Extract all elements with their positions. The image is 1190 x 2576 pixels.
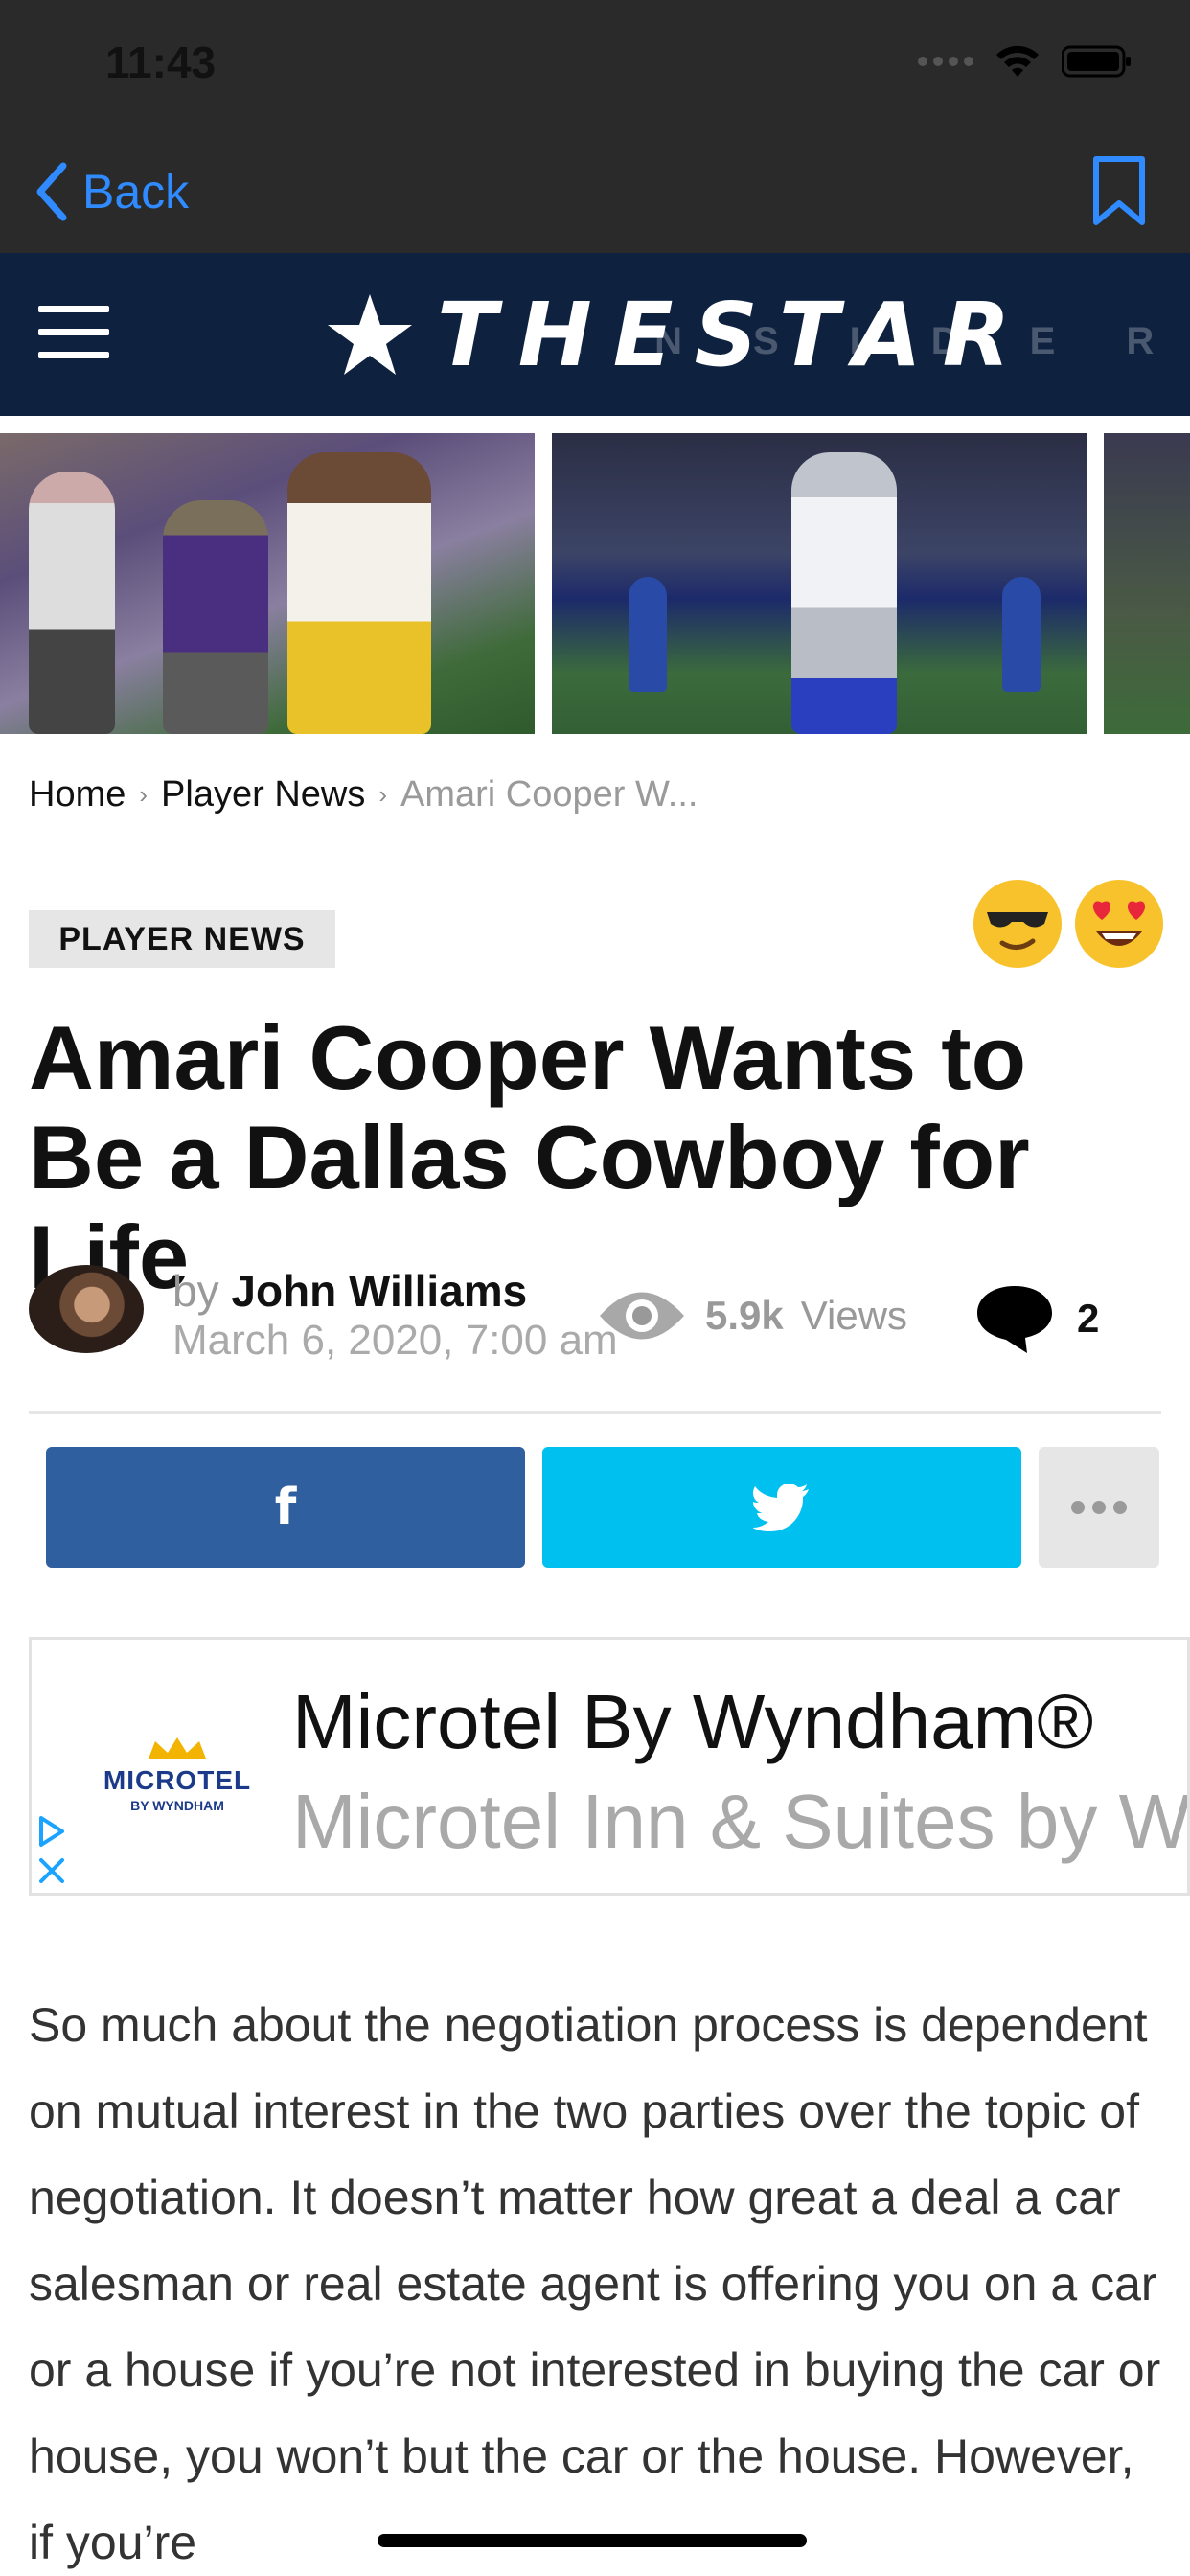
share-twitter-button[interactable] [542, 1447, 1021, 1568]
heart-eyes-emoji-icon[interactable] [1075, 880, 1163, 968]
status-bar: 11:43 [0, 0, 1190, 134]
breadcrumb-home[interactable]: Home [29, 774, 126, 816]
sunglasses-emoji-icon[interactable] [973, 880, 1062, 968]
back-label: Back [82, 165, 190, 218]
back-button[interactable]: Back [34, 157, 189, 226]
breadcrumb-player-news[interactable]: Player News [161, 774, 365, 816]
views-count: 5.9k [705, 1293, 784, 1338]
adchoices-icon[interactable] [34, 1810, 72, 1896]
byline: by John Williams [172, 1265, 527, 1317]
facebook-icon: f [274, 1479, 297, 1536]
author-avatar[interactable] [29, 1265, 144, 1353]
eye-icon [600, 1292, 684, 1340]
views-label: Views [800, 1293, 908, 1338]
ad-logo-main: MICROTEL [103, 1765, 252, 1795]
ad-logo-sub: BY WYNDHAM [130, 1798, 224, 1813]
category-tag[interactable]: PLAYER NEWS [29, 910, 335, 968]
carousel-slide[interactable] [0, 433, 535, 734]
signal-icon [918, 57, 973, 66]
divider [29, 1411, 1161, 1414]
ad-title: Microtel By Wyndham® [292, 1679, 1094, 1764]
share-more-button[interactable] [1039, 1447, 1159, 1568]
ad-logo: MICROTEL BY WYNDHAM [81, 1736, 273, 1813]
twitter-icon [753, 1484, 809, 1531]
reaction-bar [973, 880, 1163, 968]
chevron-left-icon [36, 162, 67, 221]
bookmark-icon[interactable] [1090, 155, 1148, 228]
home-indicator[interactable] [378, 2534, 807, 2547]
logo-sub: INSIDER [573, 319, 1190, 362]
comments-count: 2 [1077, 1296, 1100, 1341]
by-prefix: by [172, 1266, 219, 1316]
advertisement-banner[interactable]: MICROTEL BY WYNDHAM Microtel By Wyndham®… [29, 1637, 1190, 1896]
views-counter: 5.9k Views [596, 1282, 907, 1349]
hamburger-menu-icon[interactable] [38, 306, 109, 363]
wifi-icon [996, 45, 1039, 77]
ad-subtitle: Microtel Inn & Suites by Wyndham [292, 1779, 1190, 1864]
publish-date: March 6, 2020, 7:00 am [172, 1317, 618, 1364]
article-title: Amari Cooper Wants to Be a Dallas Cowboy… [29, 1007, 1030, 1307]
breadcrumb-current: Amari Cooper W... [400, 774, 698, 815]
carousel-slide[interactable] [1104, 433, 1190, 734]
ad-logo-crown-icon [149, 1737, 206, 1759]
site-header: INSIDER THESTAR [0, 253, 1190, 416]
nav-bar: Back [0, 134, 1190, 253]
image-carousel[interactable] [0, 433, 1190, 734]
share-facebook-button[interactable]: f [46, 1447, 525, 1568]
article-body: So much about the negotiation process is… [29, 1998, 1161, 2569]
battery-icon [1062, 45, 1131, 78]
status-time: 11:43 [105, 37, 217, 87]
comments-counter[interactable]: 2 [973, 1282, 1099, 1355]
carousel-slide[interactable] [552, 433, 1087, 734]
site-logo[interactable]: INSIDER THESTAR [326, 282, 1154, 387]
star-icon [328, 294, 412, 375]
author-name[interactable]: John Williams [231, 1266, 527, 1316]
breadcrumb-separator: › [378, 780, 388, 809]
status-icons [918, 44, 1133, 79]
comment-bubble-icon [977, 1286, 1052, 1353]
breadcrumb: Home › Player News › Amari Cooper W... [29, 774, 698, 816]
breadcrumb-separator: › [139, 780, 149, 809]
